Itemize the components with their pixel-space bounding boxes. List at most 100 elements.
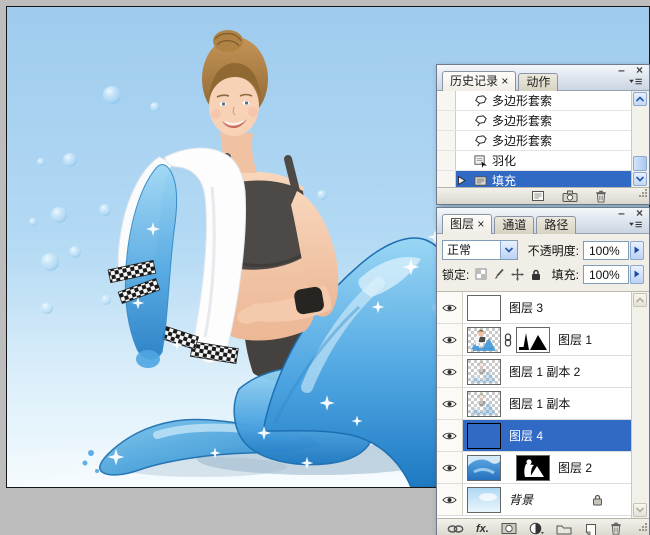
panel-menu-button[interactable]: [625, 218, 646, 231]
tab-history[interactable]: 历史记录 ×: [442, 71, 517, 91]
history-brush-checkbox[interactable]: [437, 171, 456, 187]
fill-input[interactable]: 100%: [583, 264, 629, 284]
history-panel-footer: [437, 187, 649, 204]
scroll-thumb[interactable]: [633, 156, 647, 171]
layer-name: 图层 1 副本: [509, 397, 571, 411]
eye-icon[interactable]: [437, 388, 463, 419]
lock-position-move-button[interactable]: [511, 268, 524, 281]
eye-icon[interactable]: [437, 292, 463, 323]
tab-channels[interactable]: 通道: [494, 216, 535, 234]
lock-all-button[interactable]: [530, 268, 542, 281]
history-panel-titlebar[interactable]: – × 历史记录 × 动作: [437, 64, 649, 91]
photoshop-workspace: – × 历史记录 × 动作 多边形套索 多边形套索 多边形套索 羽化 填充 – …: [0, 0, 650, 535]
layers-controls: 正常 不透明度: 100% 锁定: 填充: 100%: [437, 234, 649, 292]
layer-row-selected[interactable]: 图层 4: [437, 420, 632, 452]
new-group-button[interactable]: [556, 523, 572, 535]
history-item-label: 多边形套索: [492, 94, 553, 108]
chevron-down-icon[interactable]: [500, 241, 517, 259]
history-item[interactable]: 多边形套索: [437, 91, 632, 111]
layer-name: 图层 1: [558, 333, 593, 347]
layer-mask-thumbnail[interactable]: [516, 326, 550, 353]
history-brush-checkbox[interactable]: [437, 91, 456, 110]
eye-icon[interactable]: [437, 420, 463, 451]
add-layer-mask-button[interactable]: [501, 522, 517, 535]
layer-name: 图层 1 副本 2: [509, 365, 581, 379]
delete-layer-button[interactable]: [610, 522, 622, 535]
history-brush-checkbox[interactable]: [437, 131, 456, 150]
layer-row[interactable]: 图层 2: [437, 452, 632, 484]
layer-name: 背景: [509, 493, 534, 507]
new-document-from-state-button[interactable]: [531, 190, 545, 202]
fill-icon: [468, 175, 492, 187]
opacity-input[interactable]: 100%: [583, 240, 629, 260]
history-item-label: 多边形套索: [492, 114, 553, 128]
history-brush-checkbox[interactable]: [437, 151, 456, 170]
history-brush-checkbox[interactable]: [437, 111, 456, 130]
lock-pixels-brush-button[interactable]: [493, 268, 505, 280]
layers-panel-titlebar[interactable]: – × 图层 × 通道 路径: [437, 207, 649, 234]
history-item-selected[interactable]: 填充: [437, 171, 632, 187]
layer-thumbnail[interactable]: [467, 358, 501, 385]
layers-panel: – × 图层 × 通道 路径 正常 不透明度: 100% 锁定: 填充: 100…: [436, 207, 650, 535]
history-item-label: 羽化: [492, 154, 517, 168]
history-item[interactable]: 多边形套索: [437, 111, 632, 131]
mask-link-icon[interactable]: [501, 333, 514, 347]
blend-mode-dropdown[interactable]: 正常: [442, 240, 518, 260]
polygonal-lasso-icon: [468, 133, 492, 148]
lock-icon: [591, 493, 604, 506]
history-item[interactable]: 多边形套索: [437, 131, 632, 151]
tab-paths[interactable]: 路径: [536, 216, 577, 234]
layer-name: 图层 2: [558, 461, 593, 475]
scroll-down-button[interactable]: [633, 172, 647, 186]
history-scrollbar[interactable]: [631, 91, 649, 187]
layer-name: 图层 3: [509, 301, 544, 315]
layer-thumbnail[interactable]: [467, 326, 501, 353]
opacity-spinner-button[interactable]: [630, 240, 644, 260]
history-list: 多边形套索 多边形套索 多边形套索 羽化 填充: [437, 91, 632, 187]
fill-spinner-button[interactable]: [630, 264, 644, 284]
link-layers-button[interactable]: [447, 523, 464, 535]
fill-label: 填充:: [551, 267, 579, 282]
resize-grip[interactable]: [638, 185, 648, 203]
new-layer-button[interactable]: [584, 522, 598, 535]
layer-thumbnail[interactable]: [467, 454, 501, 481]
layer-thumbnail[interactable]: [467, 486, 501, 513]
scroll-down-button[interactable]: [633, 503, 647, 517]
history-item-label: 填充: [492, 174, 517, 187]
opacity-label: 不透明度:: [527, 243, 579, 258]
scroll-up-button[interactable]: [633, 293, 647, 307]
new-snapshot-button[interactable]: [562, 190, 578, 202]
layers-panel-footer: fx.: [437, 518, 649, 535]
scroll-up-button[interactable]: [633, 92, 647, 106]
feather-icon: [468, 154, 492, 168]
layer-row[interactable]: 图层 1: [437, 324, 632, 356]
layer-row-background[interactable]: 背景: [437, 484, 632, 516]
current-state-marker[interactable]: [456, 176, 468, 185]
layer-thumbnail[interactable]: [467, 422, 501, 449]
eye-icon[interactable]: [437, 484, 463, 515]
history-item-label: 多边形套索: [492, 134, 553, 148]
layer-thumbnail[interactable]: [467, 390, 501, 417]
layer-row[interactable]: 图层 3: [437, 292, 632, 324]
layer-style-button[interactable]: fx.: [476, 523, 489, 535]
lock-transparency-button[interactable]: [475, 268, 487, 280]
history-item[interactable]: 羽化: [437, 151, 632, 171]
layer-row[interactable]: 图层 1 副本 2: [437, 356, 632, 388]
tab-layers[interactable]: 图层 ×: [442, 214, 493, 234]
layer-mask-thumbnail[interactable]: [516, 454, 550, 481]
eye-icon[interactable]: [437, 452, 463, 483]
tab-actions[interactable]: 动作: [518, 73, 559, 91]
resize-grip[interactable]: [638, 519, 648, 535]
new-adjustment-layer-button[interactable]: [529, 522, 544, 535]
delete-state-button[interactable]: [595, 190, 607, 203]
eye-icon[interactable]: [437, 356, 463, 387]
layers-scrollbar[interactable]: [631, 292, 649, 518]
polygonal-lasso-icon: [468, 113, 492, 128]
blend-mode-value: 正常: [447, 243, 472, 257]
layer-name: 图层 4: [509, 429, 544, 443]
layers-list: 图层 3 图层 1 图层 1 副本 2 图层 1 副本 图层 4 图层 2 背景: [437, 292, 632, 518]
layer-row[interactable]: 图层 1 副本: [437, 388, 632, 420]
layer-thumbnail[interactable]: [467, 294, 501, 321]
eye-icon[interactable]: [437, 324, 463, 355]
panel-menu-button[interactable]: [625, 75, 646, 88]
